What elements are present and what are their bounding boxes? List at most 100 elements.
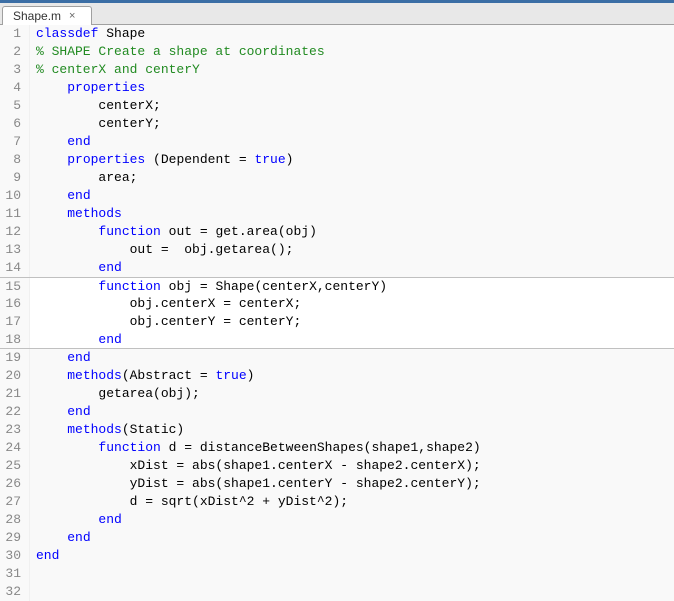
code-content[interactable]: end: [30, 547, 674, 565]
code-content[interactable]: methods(Static): [30, 421, 674, 439]
tab-strip: Shape.m ×: [0, 3, 674, 25]
line-number: 23: [0, 421, 30, 439]
line-number: 32: [0, 583, 30, 601]
code-content[interactable]: obj.centerY = centerY;: [30, 313, 674, 331]
code-line[interactable]: 8 properties (Dependent = true): [0, 151, 674, 169]
code-content[interactable]: classdef Shape: [30, 25, 674, 43]
code-line[interactable]: 22 end: [0, 403, 674, 421]
line-number: 27: [0, 493, 30, 511]
code-content[interactable]: yDist = abs(shape1.centerY - shape2.cent…: [30, 475, 674, 493]
code-line[interactable]: 4 properties: [0, 79, 674, 97]
line-number: 19: [0, 349, 30, 367]
code-line[interactable]: 1classdef Shape: [0, 25, 674, 43]
code-content[interactable]: properties: [30, 79, 674, 97]
code-content[interactable]: end: [30, 331, 674, 348]
code-line[interactable]: 6 centerY;: [0, 115, 674, 133]
code-line[interactable]: 31: [0, 565, 674, 583]
code-content[interactable]: % centerX and centerY: [30, 61, 674, 79]
code-line[interactable]: 13 out = obj.getarea();: [0, 241, 674, 259]
line-number: 26: [0, 475, 30, 493]
code-content[interactable]: end: [30, 511, 674, 529]
code-content[interactable]: getarea(obj);: [30, 385, 674, 403]
line-number: 18: [0, 331, 30, 348]
code-content[interactable]: d = sqrt(xDist^2 + yDist^2);: [30, 493, 674, 511]
code-line[interactable]: 10 end: [0, 187, 674, 205]
code-line[interactable]: 11 methods: [0, 205, 674, 223]
code-line[interactable]: 24 function d = distanceBetweenShapes(sh…: [0, 439, 674, 457]
code-content[interactable]: end: [30, 133, 674, 151]
code-content[interactable]: % SHAPE Create a shape at coordinates: [30, 43, 674, 61]
code-content[interactable]: end: [30, 403, 674, 421]
file-tab[interactable]: Shape.m ×: [2, 6, 92, 25]
code-content[interactable]: xDist = abs(shape1.centerX - shape2.cent…: [30, 457, 674, 475]
code-line[interactable]: 25 xDist = abs(shape1.centerX - shape2.c…: [0, 457, 674, 475]
line-number: 13: [0, 241, 30, 259]
line-number: 15: [0, 278, 30, 295]
code-editor[interactable]: 1classdef Shape2% SHAPE Create a shape a…: [0, 25, 674, 601]
code-line[interactable]: 17 obj.centerY = centerY;: [0, 313, 674, 331]
file-tab-label: Shape.m: [13, 9, 61, 23]
line-number: 9: [0, 169, 30, 187]
code-line[interactable]: 23 methods(Static): [0, 421, 674, 439]
line-number: 31: [0, 565, 30, 583]
code-content[interactable]: centerY;: [30, 115, 674, 133]
code-line[interactable]: 5 centerX;: [0, 97, 674, 115]
line-number: 22: [0, 403, 30, 421]
code-content[interactable]: [30, 565, 674, 583]
code-line[interactable]: 30end: [0, 547, 674, 565]
line-number: 5: [0, 97, 30, 115]
line-number: 28: [0, 511, 30, 529]
line-number: 1: [0, 25, 30, 43]
line-number: 24: [0, 439, 30, 457]
code-content[interactable]: out = obj.getarea();: [30, 241, 674, 259]
line-number: 30: [0, 547, 30, 565]
code-content[interactable]: properties (Dependent = true): [30, 151, 674, 169]
code-content[interactable]: methods(Abstract = true): [30, 367, 674, 385]
line-number: 20: [0, 367, 30, 385]
line-number: 10: [0, 187, 30, 205]
code-line[interactable]: 19 end: [0, 349, 674, 367]
code-content[interactable]: area;: [30, 169, 674, 187]
code-line[interactable]: 12 function out = get.area(obj): [0, 223, 674, 241]
code-line[interactable]: 32: [0, 583, 674, 601]
code-line[interactable]: 29 end: [0, 529, 674, 547]
code-content[interactable]: [30, 583, 674, 601]
code-line[interactable]: 20 methods(Abstract = true): [0, 367, 674, 385]
line-number: 29: [0, 529, 30, 547]
code-line[interactable]: 18 end: [0, 331, 674, 349]
line-number: 16: [0, 295, 30, 313]
code-line[interactable]: 7 end: [0, 133, 674, 151]
code-content[interactable]: methods: [30, 205, 674, 223]
line-number: 7: [0, 133, 30, 151]
code-content[interactable]: end: [30, 349, 674, 367]
code-content[interactable]: function d = distanceBetweenShapes(shape…: [30, 439, 674, 457]
code-content[interactable]: function obj = Shape(centerX,centerY): [30, 278, 674, 295]
code-line[interactable]: 16 obj.centerX = centerX;: [0, 295, 674, 313]
line-number: 3: [0, 61, 30, 79]
code-line[interactable]: 28 end: [0, 511, 674, 529]
line-number: 2: [0, 43, 30, 61]
code-content[interactable]: end: [30, 529, 674, 547]
line-number: 6: [0, 115, 30, 133]
code-content[interactable]: end: [30, 187, 674, 205]
code-content[interactable]: obj.centerX = centerX;: [30, 295, 674, 313]
line-number: 11: [0, 205, 30, 223]
line-number: 8: [0, 151, 30, 169]
code-line[interactable]: 3% centerX and centerY: [0, 61, 674, 79]
line-number: 14: [0, 259, 30, 277]
code-line[interactable]: 26 yDist = abs(shape1.centerY - shape2.c…: [0, 475, 674, 493]
close-icon[interactable]: ×: [69, 10, 75, 22]
code-line[interactable]: 21 getarea(obj);: [0, 385, 674, 403]
code-content[interactable]: end: [30, 259, 674, 277]
code-content[interactable]: function out = get.area(obj): [30, 223, 674, 241]
code-line[interactable]: 27 d = sqrt(xDist^2 + yDist^2);: [0, 493, 674, 511]
code-line[interactable]: 15 function obj = Shape(centerX,centerY): [0, 277, 674, 295]
line-number: 25: [0, 457, 30, 475]
line-number: 12: [0, 223, 30, 241]
code-line[interactable]: 14 end: [0, 259, 674, 277]
code-content[interactable]: centerX;: [30, 97, 674, 115]
code-line[interactable]: 2% SHAPE Create a shape at coordinates: [0, 43, 674, 61]
line-number: 17: [0, 313, 30, 331]
code-line[interactable]: 9 area;: [0, 169, 674, 187]
line-number: 4: [0, 79, 30, 97]
